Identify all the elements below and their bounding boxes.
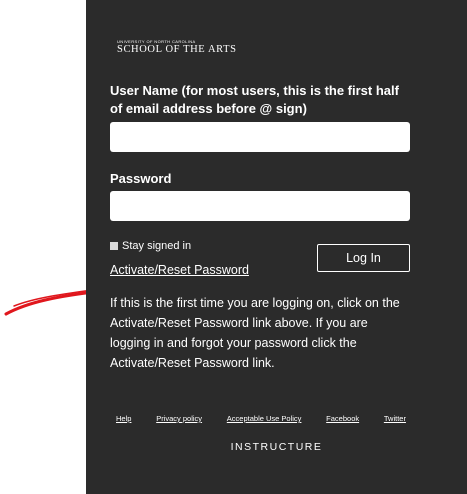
stay-signed-in-checkbox[interactable] (110, 242, 118, 250)
school-logo: UNIVERSITY OF NORTH CAROLINA SCHOOL OF T… (117, 40, 237, 56)
stay-signed-in-label: Stay signed in (122, 240, 192, 252)
footer-link-facebook[interactable]: Facebook (326, 414, 359, 423)
footer-link-twitter[interactable]: Twitter (384, 414, 406, 423)
footer-link-privacy-policy[interactable]: Privacy policy (156, 414, 202, 423)
login-panel: UNIVERSITY OF NORTH CAROLINA SCHOOL OF T… (86, 0, 467, 494)
help-text: If this is the first time you are loggin… (110, 296, 400, 370)
login-button[interactable]: Log In (317, 244, 410, 272)
activate-reset-password-link[interactable]: Activate/Reset Password (110, 263, 249, 277)
footer-links: Help Privacy policy Acceptable Use Polic… (116, 414, 406, 423)
password-label: Password (110, 171, 172, 186)
instructure-brand: INSTRUCTURE (230, 441, 323, 453)
password-input[interactable] (110, 191, 410, 221)
stay-signed-in[interactable]: Stay signed in (110, 240, 191, 252)
logo-title: SCHOOL OF THE ARTS (117, 44, 237, 55)
username-input[interactable] (110, 122, 410, 152)
footer-link-help[interactable]: Help (116, 414, 131, 423)
username-label: User Name (for most users, this is the f… (110, 83, 399, 116)
footer-link-acceptable-use-policy[interactable]: Acceptable Use Policy (227, 414, 302, 423)
